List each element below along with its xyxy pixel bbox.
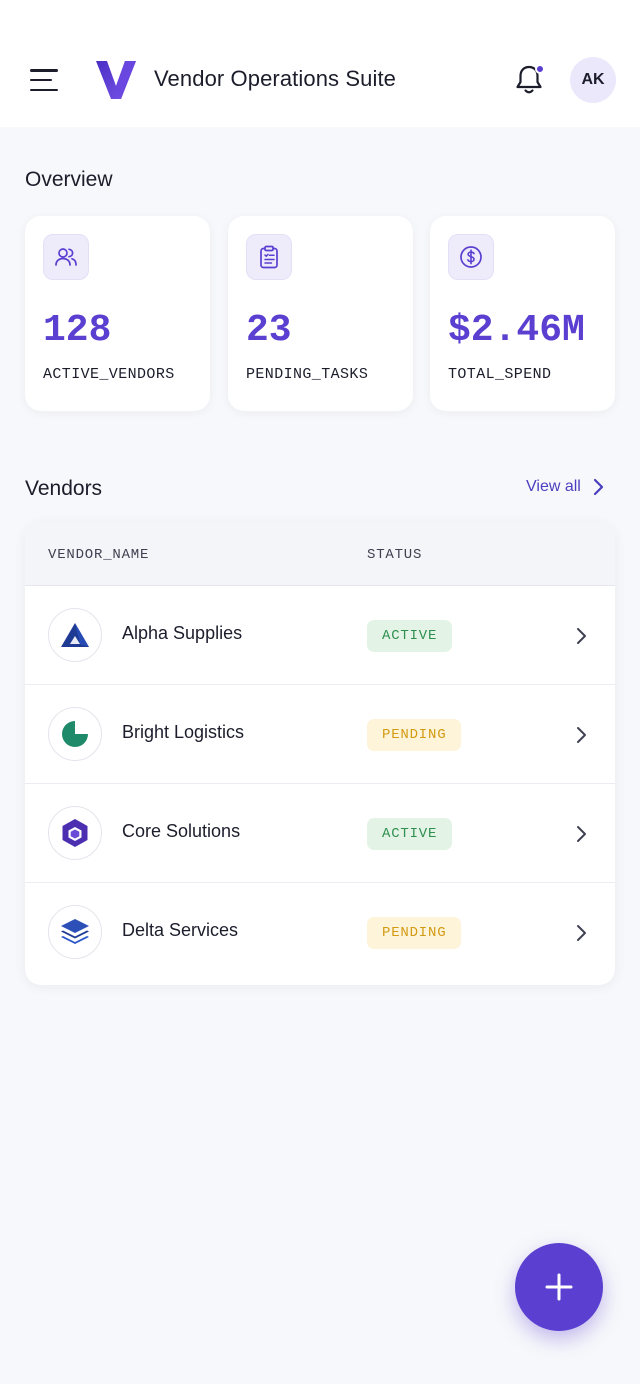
chevron-right-icon [577, 925, 586, 941]
vendor-name: Core Solutions [122, 821, 241, 841]
stat-card-pending-tasks[interactable]: 23 PENDING_TASKS [228, 216, 413, 411]
menu-icon[interactable] [28, 66, 60, 94]
table-row[interactable]: Delta Services PENDING [25, 883, 615, 982]
stat-label: TOTAL_SPEND [448, 366, 552, 383]
vendor-name: Delta Services [122, 920, 239, 940]
chevron-right-icon [577, 826, 586, 842]
plus-icon [545, 1273, 573, 1301]
status-badge: ACTIVE [367, 620, 453, 652]
vendor-name: Bright Logistics [122, 722, 245, 742]
column-header-status[interactable]: STATUS [367, 547, 422, 563]
chevron-right-icon [593, 478, 603, 496]
status-badge: PENDING [367, 917, 462, 949]
overview-title: Overview [25, 168, 113, 191]
vendors-table: VENDOR_NAME STATUS Alpha Supplies ACTIVE… [25, 522, 615, 985]
notification-dot [535, 64, 545, 74]
view-all-label: View all [526, 478, 581, 495]
table-row[interactable]: Bright Logistics PENDING [25, 685, 615, 784]
table-row[interactable]: Core Solutions ACTIVE [25, 784, 615, 883]
stat-card-active-vendors[interactable]: 128 ACTIVE_VENDORS [25, 216, 210, 411]
column-header-vendor-name[interactable]: VENDOR_NAME [48, 547, 149, 563]
avatar[interactable]: AK [570, 57, 616, 103]
stat-label: PENDING_TASKS [246, 366, 369, 383]
chevron-right-icon [577, 727, 586, 743]
stat-label: ACTIVE_VENDORS [43, 366, 175, 383]
chevron-right-icon [577, 628, 586, 644]
stat-card-total-spend[interactable]: $2.46M TOTAL_SPEND [430, 216, 615, 411]
hexagon-logo-icon [48, 806, 102, 860]
app-header: Vendor Operations Suite AK [0, 0, 640, 127]
dollar-circle-icon [448, 234, 494, 280]
triangle-logo-icon [48, 608, 102, 662]
app-logo-icon [96, 61, 136, 99]
table-header: VENDOR_NAME STATUS [25, 522, 615, 586]
vendor-name: Alpha Supplies [122, 623, 243, 643]
pie-logo-icon [48, 707, 102, 761]
table-row[interactable]: Alpha Supplies ACTIVE [25, 586, 615, 685]
clipboard-icon [246, 234, 292, 280]
vendors-title: Vendors [25, 477, 103, 500]
stat-value: 23 [246, 309, 292, 352]
app-title: Vendor Operations Suite [154, 66, 397, 91]
stat-value: 128 [43, 309, 112, 352]
view-all-link[interactable]: View all [526, 478, 605, 496]
status-badge: ACTIVE [367, 818, 453, 850]
users-icon [43, 234, 89, 280]
add-vendor-button[interactable] [515, 1243, 603, 1331]
layers-logo-icon [48, 905, 102, 959]
status-badge: PENDING [367, 719, 462, 751]
stat-value: $2.46M [448, 309, 585, 352]
